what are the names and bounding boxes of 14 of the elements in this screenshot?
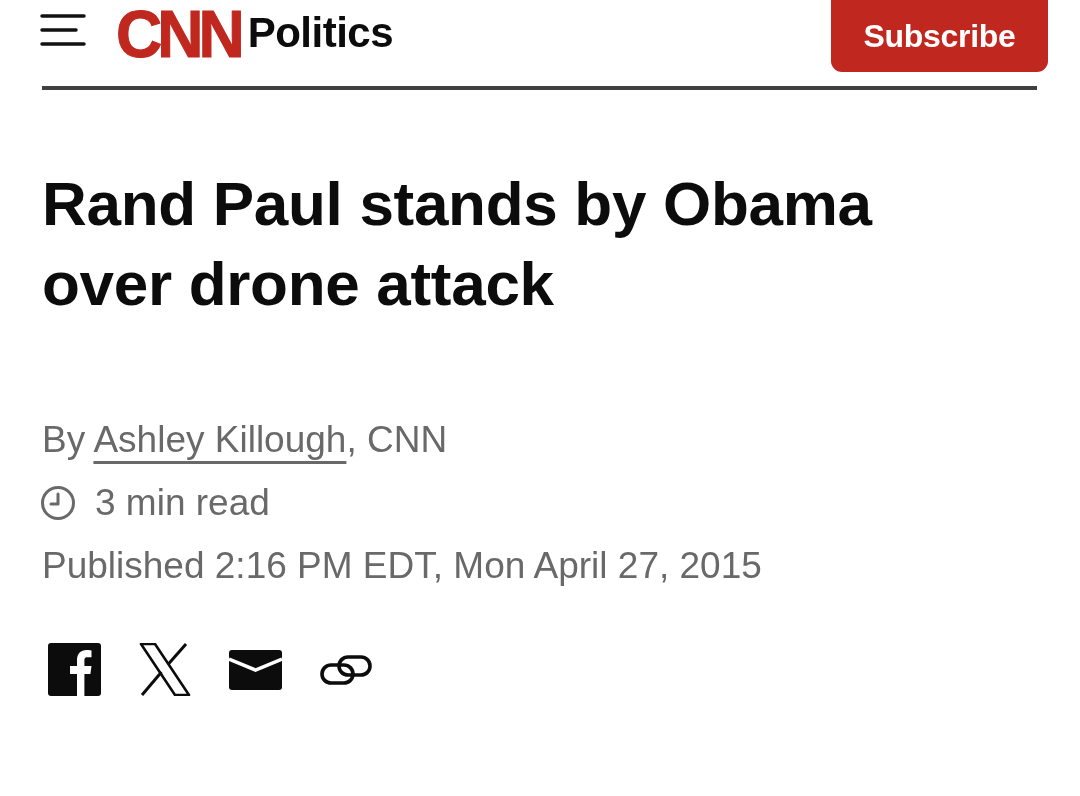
clock-icon bbox=[40, 485, 76, 521]
author-link[interactable]: Ashley Killough bbox=[93, 419, 347, 460]
email-share-icon[interactable] bbox=[229, 649, 282, 690]
article-headline: Rand Paul stands by Obama over drone attack bbox=[42, 168, 874, 320]
cnn-logo[interactable]: CNN bbox=[116, 0, 240, 68]
published-date: Published 2:16 PM EDT, Mon April 27, 2015 bbox=[42, 544, 763, 588]
x-share-icon[interactable] bbox=[139, 643, 191, 696]
facebook-share-icon[interactable] bbox=[48, 643, 101, 696]
read-time: 3 min read bbox=[95, 481, 270, 525]
section-title: Politics bbox=[247, 12, 394, 54]
subscribe-button[interactable]: Subscribe bbox=[831, 0, 1048, 72]
byline: By Ashley Killough, CNN bbox=[42, 418, 449, 462]
link-share-icon[interactable] bbox=[320, 653, 372, 686]
menu-icon[interactable] bbox=[40, 14, 86, 46]
